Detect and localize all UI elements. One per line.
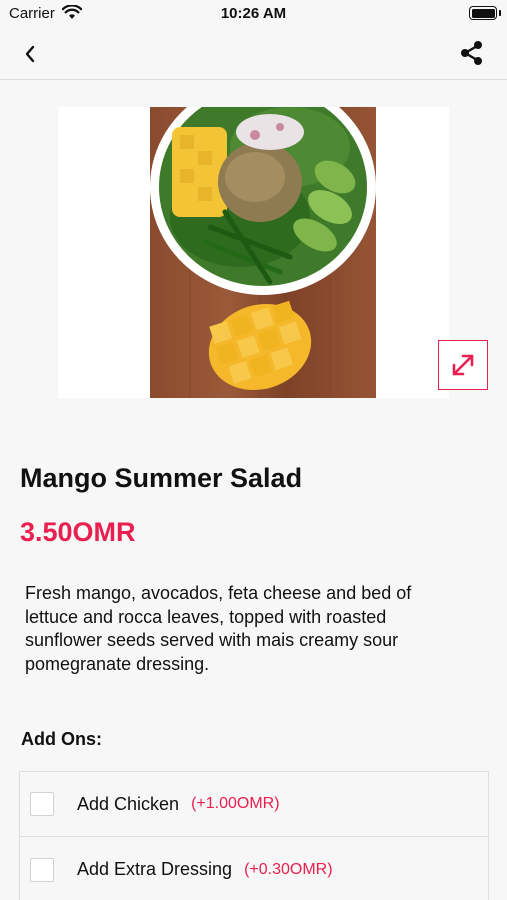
share-button[interactable] [457,38,487,68]
battery-nub [499,10,501,16]
addon-price: (+1.00OMR) [191,795,280,812]
battery-icon [469,6,497,20]
expand-image-button[interactable] [438,340,488,390]
status-time: 10:26 AM [220,5,287,22]
addon-item-add-chicken[interactable]: Add Chicken (+1.00OMR) [19,771,489,837]
status-bar: Carrier 10:26 AM [0,0,507,28]
addon-name: Add Chicken [77,793,180,814]
product-title: Mango Summer Salad [20,463,303,493]
product-image[interactable] [58,107,449,398]
nav-bar [0,28,507,80]
addons-heading: Add Ons: [21,729,102,749]
addon-price: (+0.30OMR) [244,860,333,878]
product-price: 3.50OMR [20,517,136,547]
share-icon [461,41,482,65]
salad-photo [150,107,376,398]
addon-name: Add Extra Dressing [77,859,233,879]
chevron-left-icon [25,45,35,63]
product-description: Fresh mango, avocados, feta cheese and b… [25,583,412,674]
addon-item-add-extra-dressing[interactable]: Add Extra Dressing (+0.30OMR) [19,837,489,900]
addon-list: Add Chicken (+1.00OMR) Add Extra Dressin… [19,771,489,900]
addon-checkbox[interactable] [30,792,54,816]
addon-checkbox[interactable] [30,857,54,882]
back-button[interactable] [16,40,44,68]
expand-icon [452,354,474,376]
